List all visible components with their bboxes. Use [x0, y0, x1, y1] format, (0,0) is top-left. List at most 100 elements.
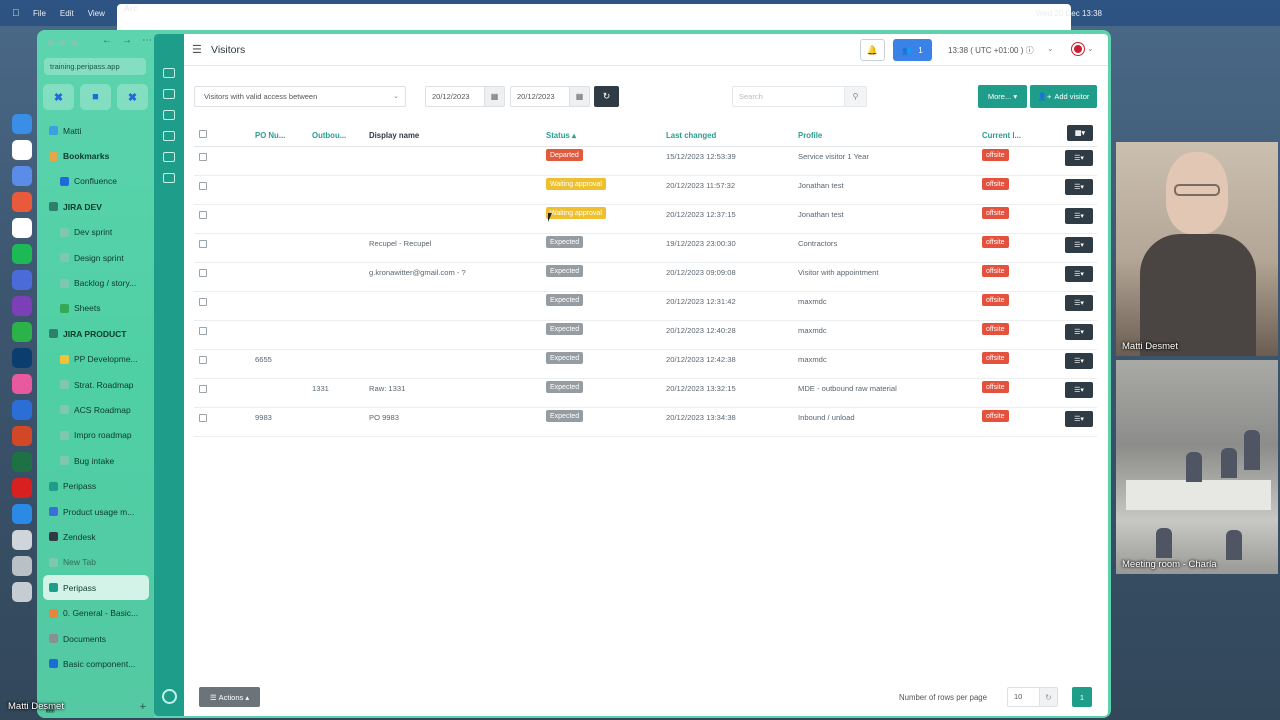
timezone-display[interactable]: 13:38 ( UTC +01:00 ) ⓘ	[948, 45, 1034, 56]
table-row[interactable]: Expected 20/12/2023 12:31:42 maxmdc offsite…	[194, 292, 1097, 321]
row-actions-button[interactable]: ☰▾	[1065, 295, 1093, 311]
apple-icon[interactable]: 	[12, 8, 26, 19]
table-row[interactable]: Expected 20/12/2023 12:40:28 maxmdc offsite…	[194, 321, 1097, 350]
select-all-checkbox[interactable]	[199, 130, 207, 138]
add-visitor-button[interactable]: 👤+ Add visitor	[1030, 85, 1097, 108]
row-actions-button[interactable]: ☰▾	[1065, 353, 1093, 369]
calendar-nav-icon[interactable]	[163, 110, 175, 120]
column-chooser-button[interactable]: ▦▾	[1067, 125, 1093, 141]
table-row[interactable]: g.kronawitter@gmail.com - ? Expected 20/12…	[194, 263, 1097, 292]
pinned-app-icon[interactable]: ■	[80, 84, 111, 110]
app-icon[interactable]	[12, 374, 32, 394]
column-header-outbound[interactable]: Outbou...	[312, 131, 346, 140]
row-checkbox[interactable]	[199, 153, 207, 161]
date-to-input[interactable]: 20/12/2023 ▦	[510, 86, 590, 107]
table-row[interactable]: Waiting approval 20/12/2023 11:57:32 Jonat…	[194, 176, 1097, 205]
video-tile-meeting-room[interactable]: Meeting room - Charla	[1116, 360, 1278, 574]
url-bar[interactable]: training.peripass.app	[44, 58, 146, 75]
row-checkbox[interactable]	[199, 240, 207, 248]
row-actions-button[interactable]: ☰▾	[1065, 411, 1093, 427]
sidebar-tab[interactable]: JIRA DEV	[43, 194, 149, 219]
row-checkbox[interactable]	[199, 414, 207, 422]
access-filter-select[interactable]: Visitors with valid access between ⌄	[194, 86, 406, 107]
sidebar-tab[interactable]: Product usage m...	[43, 499, 149, 524]
sidebar-tab[interactable]: Bug intake	[43, 448, 149, 473]
transfer-nav-icon[interactable]	[163, 89, 175, 99]
reset-icon[interactable]: ↻	[1039, 688, 1057, 706]
menubar-item-edit[interactable]: Edit	[53, 9, 81, 18]
table-row[interactable]: Waiting approval 20/12/2023 12:37:15 Jonat…	[194, 205, 1097, 234]
calendar-icon[interactable]	[12, 218, 32, 238]
sidebar-tab[interactable]: Dev sprint	[43, 220, 149, 245]
teamviewer-icon[interactable]	[12, 504, 32, 524]
sidebar-tab[interactable]: 0. General - Basic...	[43, 600, 149, 625]
row-checkbox[interactable]	[199, 269, 207, 277]
menubar-item-view[interactable]: View	[81, 9, 112, 18]
row-checkbox[interactable]	[199, 298, 207, 306]
peripass-logo-icon[interactable]	[162, 689, 177, 704]
sidebar-tab[interactable]: Documents	[43, 626, 149, 651]
date-from-input[interactable]: 20/12/2023 ▦	[425, 86, 505, 107]
spotify-icon[interactable]	[12, 244, 32, 264]
new-tab-plus-icon[interactable]: +	[140, 701, 146, 713]
notion-icon[interactable]	[12, 140, 32, 160]
row-actions-button[interactable]: ☰▾	[1065, 208, 1093, 224]
rows-per-page-input[interactable]: 10 ↻	[1007, 687, 1058, 707]
sidebar-tab[interactable]: Peripass	[43, 575, 149, 601]
sidebar-tab[interactable]: Basic component...	[43, 651, 149, 676]
row-checkbox[interactable]	[199, 211, 207, 219]
downloads-icon[interactable]	[12, 556, 32, 576]
trash-icon[interactable]	[12, 582, 32, 602]
row-checkbox[interactable]	[199, 356, 207, 364]
document-icon[interactable]	[12, 530, 32, 550]
users-nav-icon[interactable]	[163, 152, 175, 162]
close-window-icon[interactable]	[47, 39, 54, 46]
row-checkbox[interactable]	[199, 385, 207, 393]
chevron-down-icon[interactable]: ⌄	[1087, 44, 1094, 53]
search-input[interactable]: Search ⚲	[732, 86, 867, 107]
sidebar-tab[interactable]: Matti	[43, 118, 149, 143]
word-icon[interactable]	[12, 400, 32, 420]
row-actions-button[interactable]: ☰▾	[1065, 237, 1093, 253]
hamburger-menu-icon[interactable]: ☰	[192, 43, 202, 56]
column-header-current-location[interactable]: Current l...	[982, 131, 1021, 140]
list-nav-icon[interactable]	[163, 131, 175, 141]
search-icon[interactable]: ⚲	[844, 87, 866, 106]
row-actions-button[interactable]: ☰▾	[1065, 266, 1093, 282]
row-checkbox[interactable]	[199, 182, 207, 190]
excel-icon[interactable]	[12, 452, 32, 472]
language-flag-icon[interactable]	[1072, 43, 1084, 55]
table-row[interactable]: Recupel - Recupel Expected 19/12/2023 23:0…	[194, 234, 1097, 263]
menubar-clock[interactable]: Wed 20 Dec 13:38	[1036, 9, 1102, 18]
settings-nav-icon[interactable]	[163, 173, 175, 183]
pinned-confluence-icon[interactable]: ✖	[43, 84, 74, 110]
actions-button[interactable]: ☰ Actions ▴	[199, 687, 260, 707]
sidebar-tab[interactable]: Sheets	[43, 296, 149, 321]
sidebar-tab[interactable]: PP Developme...	[43, 347, 149, 372]
table-row[interactable]: 9983 PO 9983 Expected 20/12/2023 13:34:38 In…	[194, 408, 1097, 437]
row-actions-button[interactable]: ☰▾	[1065, 150, 1093, 166]
active-visitors-button[interactable]: 👥 1	[893, 39, 932, 61]
row-actions-button[interactable]: ☰▾	[1065, 382, 1093, 398]
mail-icon[interactable]	[12, 166, 32, 186]
sidebar-tab[interactable]: Impro roadmap	[43, 423, 149, 448]
refresh-button[interactable]: ↻	[594, 86, 619, 107]
table-row[interactable]: 1331 Raw: 1331 Expected 20/12/2023 13:32:15…	[194, 379, 1097, 408]
teams-icon[interactable]	[12, 270, 32, 290]
column-header-po-number[interactable]: PO Nu...	[255, 131, 285, 140]
column-header-profile[interactable]: Profile	[798, 131, 822, 140]
onenote-icon[interactable]	[12, 296, 32, 316]
menubar-item-file[interactable]: File	[26, 9, 53, 18]
sidebar-tab[interactable]: Zendesk	[43, 524, 149, 549]
pinned-confluence-icon-2[interactable]: ✖	[117, 84, 148, 110]
chevron-down-icon[interactable]: ⌄	[1047, 44, 1054, 53]
back-arrow-icon[interactable]: ←	[102, 35, 112, 46]
column-header-last-changed[interactable]: Last changed	[666, 131, 716, 140]
table-row[interactable]: 6655 Expected 20/12/2023 12:42:38 maxmdc off…	[194, 350, 1097, 379]
more-dots-icon[interactable]: ⋯	[142, 35, 152, 46]
sidebar-tab[interactable]: Bookmarks	[43, 143, 149, 168]
minimize-window-icon[interactable]	[59, 39, 66, 46]
sidebar-tab[interactable]: Peripass	[43, 473, 149, 498]
more-button[interactable]: More... ▾	[978, 85, 1027, 108]
finder-icon[interactable]	[12, 114, 32, 134]
